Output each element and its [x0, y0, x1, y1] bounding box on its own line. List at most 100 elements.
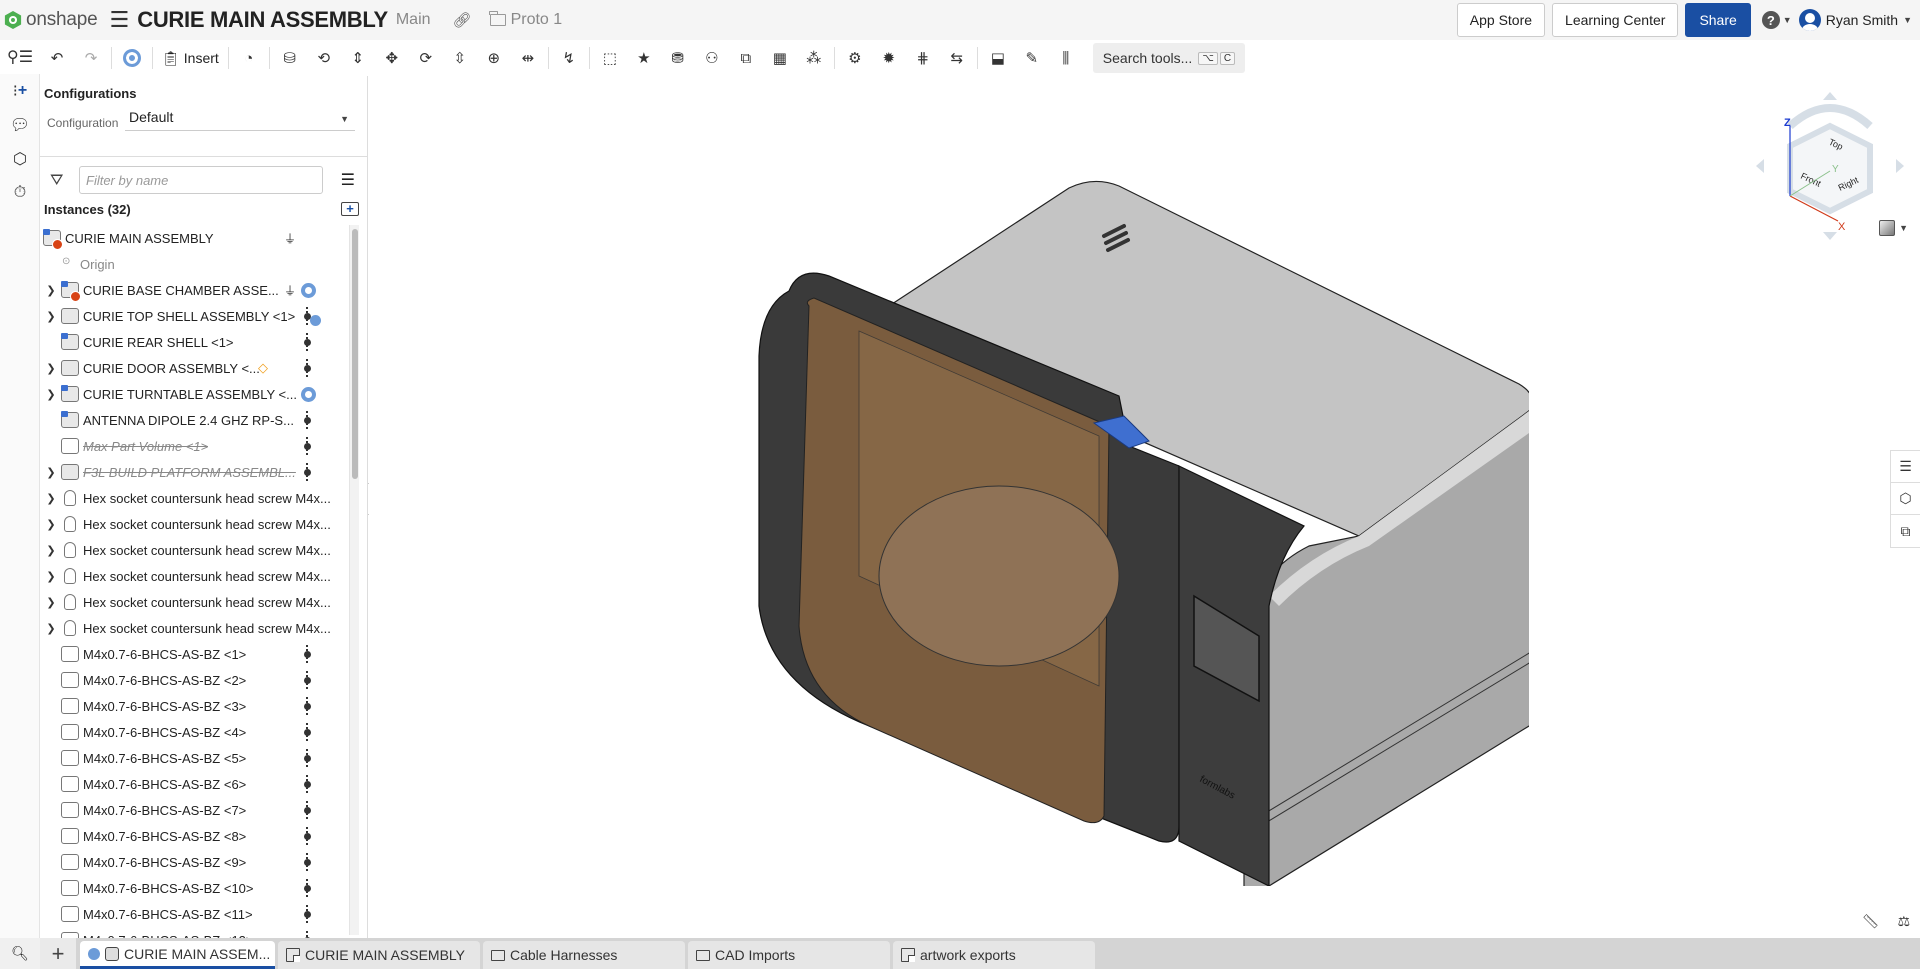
document-tab[interactable]: CAD Imports: [688, 941, 890, 969]
appearance-panel-icon[interactable]: ⬡: [1891, 483, 1920, 515]
explode-icon[interactable]: ⧉: [729, 43, 763, 73]
measure-icon[interactable]: 📏︎: [1862, 913, 1880, 930]
regenerate-icon[interactable]: [115, 43, 149, 73]
comments-icon[interactable]: 💬︎: [0, 108, 40, 142]
tree-row[interactable]: M4x0.7-6-BHCS-AS-BZ <4>: [40, 719, 350, 745]
tree-row[interactable]: M4x0.7-6-BHCS-AS-BZ <11>: [40, 901, 350, 927]
tree-row[interactable]: M4x0.7-6-BHCS-AS-BZ <8>: [40, 823, 350, 849]
linear-relation-icon[interactable]: ⇆: [940, 43, 974, 73]
bom-icon[interactable]: ⫼: [1049, 43, 1083, 73]
tree-row[interactable]: ❯ CURIE TURNTABLE ASSEMBLY <...: [40, 381, 350, 407]
tree-row[interactable]: ❯ CURIE BASE CHAMBER ASSE... ⏚: [40, 277, 350, 303]
document-title[interactable]: CURIE MAIN ASSEMBLY: [137, 7, 388, 33]
search-tabs-icon[interactable]: 🔍︎: [0, 938, 40, 969]
info-icon[interactable]: [88, 947, 100, 960]
history-icon[interactable]: ◔: [232, 43, 266, 73]
tree-row[interactable]: CURIE REAR SHELL <1>: [40, 329, 350, 355]
document-tab[interactable]: artwork exports: [893, 941, 1095, 969]
folder-breadcrumb[interactable]: Proto 1: [489, 11, 562, 29]
document-menu-icon[interactable]: ☰: [110, 7, 130, 33]
mate-features-icon[interactable]: ⁝ +: [0, 74, 40, 108]
learning-center-button[interactable]: Learning Center: [1552, 3, 1679, 37]
mate-connector-panel-icon[interactable]: ⧉: [1891, 515, 1920, 547]
parts-help-icon[interactable]: ⬡: [0, 142, 40, 176]
onshape-logo[interactable]: onshape: [4, 9, 98, 31]
tree-row[interactable]: ❯ Hex socket countersunk head screw M4x..…: [40, 537, 350, 563]
chevron-right-icon[interactable]: ❯: [43, 570, 59, 583]
app-store-button[interactable]: App Store: [1456, 3, 1546, 37]
tree-root[interactable]: CURIE MAIN ASSEMBLY ⏚: [40, 225, 350, 251]
tree-row[interactable]: M4x0.7-6-BHCS-AS-BZ <3>: [40, 693, 350, 719]
rack-pinion-icon[interactable]: ✹: [872, 43, 906, 73]
chevron-right-icon[interactable]: ❯: [43, 388, 59, 401]
link-icon[interactable]: 🔗︎: [453, 11, 472, 29]
tree-row[interactable]: M4x0.7-6-BHCS-AS-BZ <10>: [40, 875, 350, 901]
bom-panel-icon[interactable]: ☰: [1891, 451, 1920, 483]
tangent-mate-icon[interactable]: ↯: [552, 43, 586, 73]
gear-relation-icon[interactable]: ⚙: [838, 43, 872, 73]
tree-row[interactable]: M4x0.7-6-BHCS-AS-BZ <7>: [40, 797, 350, 823]
chevron-right-icon[interactable]: ❯: [43, 284, 59, 297]
revolute-mate-icon[interactable]: ⟲: [307, 43, 341, 73]
insert-button[interactable]: 📋︎ Insert: [156, 50, 225, 67]
user-menu[interactable]: Ryan Smith ▼: [1798, 9, 1912, 31]
graphics-viewport[interactable]: formlabs Top Front Right Z X Y ▼ ☰ ⬡ ⧉ 📏…: [369, 76, 1920, 938]
chevron-right-icon[interactable]: ❯: [43, 596, 59, 609]
instance-list-icon[interactable]: ⚲☰: [0, 40, 40, 74]
tree-row[interactable]: Max Part Volume <1>: [40, 433, 350, 459]
filter-input[interactable]: [79, 166, 323, 194]
section-icon[interactable]: ▦: [763, 43, 797, 73]
tree-row[interactable]: ANTENNA DIPOLE 2.4 GHZ RP-S...: [40, 407, 350, 433]
cylindrical-mate-icon[interactable]: ⟳: [409, 43, 443, 73]
filter-icon[interactable]: ⛛: [50, 172, 63, 190]
configuration-select[interactable]: Default ▼: [125, 109, 355, 131]
tree-row[interactable]: ❯ Hex socket countersunk head screw M4x..…: [40, 563, 350, 589]
tree-row[interactable]: M4x0.7-6-BHCS-AS-BZ <5>: [40, 745, 350, 771]
document-tab[interactable]: Cable Harnesses: [483, 941, 685, 969]
help-menu[interactable]: ? ▼: [1761, 11, 1792, 29]
tree-row[interactable]: ❯ Hex socket countersunk head screw M4x..…: [40, 615, 350, 641]
share-button[interactable]: Share: [1685, 3, 1751, 37]
search-tools-button[interactable]: Search tools... ⌥ C: [1092, 43, 1246, 73]
pattern-icon[interactable]: ⚇: [695, 43, 729, 73]
chevron-right-icon[interactable]: ❯: [43, 544, 59, 557]
mate-limits-icon[interactable]: ⬓: [981, 43, 1015, 73]
chevron-right-icon[interactable]: ❯: [43, 518, 59, 531]
group-icon[interactable]: ⬚: [593, 43, 627, 73]
branch-name[interactable]: Main: [396, 11, 431, 29]
add-tab-button[interactable]: +: [40, 938, 76, 969]
performance-icon[interactable]: ⏱: [0, 176, 40, 210]
tree-scrollbar[interactable]: [349, 225, 359, 935]
document-tab[interactable]: CURIE MAIN ASSEM...: [80, 941, 275, 969]
view-options-menu[interactable]: ▼: [1879, 220, 1908, 236]
chevron-right-icon[interactable]: ❯: [43, 466, 59, 479]
display-states-icon[interactable]: ⁂: [797, 43, 831, 73]
tree-row[interactable]: ❯ F3L BUILD PLATFORM ASSEMBL...: [40, 459, 350, 485]
planar-mate-icon[interactable]: ✥: [375, 43, 409, 73]
fastened-mate-icon[interactable]: ⛁: [273, 43, 307, 73]
slider-mate-icon[interactable]: ⇕: [341, 43, 375, 73]
tree-row[interactable]: M4x0.7-6-BHCS-AS-BZ <6>: [40, 771, 350, 797]
mass-properties-icon[interactable]: ⚖: [1897, 913, 1910, 930]
tree-row[interactable]: M4x0.7-6-BHCS-AS-BZ <9>: [40, 849, 350, 875]
replicate-icon[interactable]: ⛃: [661, 43, 695, 73]
tree-row[interactable]: ❯ CURIE DOOR ASSEMBLY <... ◇: [40, 355, 350, 381]
tree-row[interactable]: ❯ CURIE TOP SHELL ASSEMBLY <1>: [40, 303, 350, 329]
screw-relation-icon[interactable]: ⋕: [906, 43, 940, 73]
tree-row[interactable]: ❯ Hex socket countersunk head screw M4x..…: [40, 511, 350, 537]
pin-slot-mate-icon[interactable]: ⇳: [443, 43, 477, 73]
tree-row[interactable]: M4x0.7-6-BHCS-AS-BZ <1>: [40, 641, 350, 667]
new-folder-icon[interactable]: +: [341, 202, 359, 216]
chevron-right-icon[interactable]: ❯: [43, 492, 59, 505]
document-tab[interactable]: CURIE MAIN ASSEMBLY: [278, 941, 480, 969]
sketch-icon[interactable]: ✎: [1015, 43, 1049, 73]
tree-row[interactable]: ❯ Hex socket countersunk head screw M4x..…: [40, 485, 350, 511]
tree-row[interactable]: M4x0.7-6-BHCS-AS-BZ <12>: [40, 927, 350, 938]
tree-row[interactable]: ❯ Hex socket countersunk head screw M4x..…: [40, 589, 350, 615]
chevron-right-icon[interactable]: ❯: [43, 622, 59, 635]
mate-connector-icon[interactable]: ★: [627, 43, 661, 73]
parallel-mate-icon[interactable]: ⇹: [511, 43, 545, 73]
chevron-right-icon[interactable]: ❯: [43, 310, 59, 323]
redo-icon[interactable]: ↷: [74, 43, 108, 73]
ball-mate-icon[interactable]: ⊕: [477, 43, 511, 73]
